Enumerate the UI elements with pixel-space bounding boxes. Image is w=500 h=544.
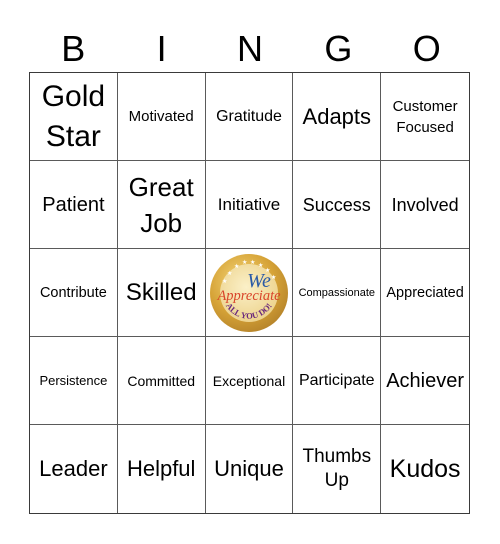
cell-label: Kudos — [389, 455, 461, 483]
bingo-cell-committed[interactable]: Committed — [117, 337, 206, 425]
bingo-card: Gold Star Motivated Gratitude Adapts Cus… — [29, 72, 470, 514]
header-letter-n: N — [236, 28, 263, 69]
seal-text-appreciate: Appreciate — [216, 288, 281, 304]
bingo-cell-compassionate[interactable]: Compassionate — [293, 249, 382, 337]
bingo-cell-customer-focused[interactable]: Customer Focused — [381, 73, 469, 161]
header-letter-o: O — [412, 28, 441, 69]
bingo-cell-initiative[interactable]: Initiative — [205, 161, 294, 249]
cell-label: Great Job — [129, 169, 194, 241]
bingo-cell-appreciated[interactable]: Appreciated — [381, 249, 469, 337]
cell-label: Gratitude — [216, 107, 282, 125]
cell-label: Achiever — [386, 369, 464, 392]
cell-label: Exceptional — [212, 372, 286, 389]
bingo-cell-participate[interactable]: Participate — [293, 337, 382, 425]
bingo-cell-exceptional[interactable]: Exceptional — [205, 337, 294, 425]
cell-label-line: Thumbs — [302, 446, 372, 467]
header-letter-g: G — [324, 28, 353, 69]
cell-label: Skilled — [125, 278, 197, 306]
bingo-cell-contribute[interactable]: Contribute — [30, 249, 118, 337]
cell-label: Unique — [214, 456, 284, 481]
bingo-cell-great-job[interactable]: Great Job — [117, 161, 206, 249]
cell-label: Gold Star — [42, 77, 105, 157]
bingo-cell-thumbs-up[interactable]: Thumbs Up — [293, 425, 382, 513]
cell-label-line: Focused — [396, 118, 454, 136]
bingo-cell-involved[interactable]: Involved — [381, 161, 469, 249]
cell-label: Committed — [127, 372, 196, 389]
svg-text:★: ★ — [234, 263, 239, 270]
bingo-cell-free-space[interactable]: ★ ★ ★ ★ ★ ★ ★ ★ We Appreciate ALL YOU DO… — [205, 249, 294, 337]
cell-label: Leader — [39, 456, 108, 481]
header-letter-i: I — [156, 28, 167, 69]
bingo-cell-kudos[interactable]: Kudos — [381, 425, 469, 513]
cell-label: Compassionate — [298, 286, 375, 299]
bingo-cell-helpful[interactable]: Helpful — [118, 425, 206, 513]
cell-label: Motivated — [128, 108, 194, 125]
bingo-cell-success[interactable]: Success — [293, 161, 382, 249]
cell-label-line: Customer — [392, 97, 458, 115]
svg-text:★: ★ — [258, 262, 263, 269]
bingo-cell-persistence[interactable]: Persistence — [30, 337, 118, 425]
cell-label: Success — [302, 194, 371, 215]
svg-text:★: ★ — [250, 259, 255, 266]
cell-label: Appreciated — [386, 284, 464, 301]
cell-label-line: Great — [128, 171, 194, 202]
svg-text:★: ★ — [222, 278, 227, 285]
cell-label-line: Up — [324, 470, 349, 491]
svg-text:★: ★ — [271, 274, 276, 281]
bingo-cell-unique[interactable]: Unique — [206, 425, 294, 513]
bingo-cell-motivated[interactable]: Motivated — [117, 73, 206, 161]
bingo-cell-skilled[interactable]: Skilled — [117, 249, 206, 337]
bingo-cell-gold-star[interactable]: Gold Star — [30, 73, 118, 161]
cell-label: Persistence — [39, 372, 108, 388]
cell-label-line: Gold — [41, 79, 106, 113]
cell-label: Initiative — [217, 194, 281, 214]
bingo-cell-patient[interactable]: Patient — [30, 161, 118, 249]
we-appreciate-seal-icon: ★ ★ ★ ★ ★ ★ ★ ★ We Appreciate ALL YOU DO… — [209, 253, 288, 332]
svg-text:★: ★ — [227, 270, 232, 277]
cell-label: Helpful — [126, 456, 196, 481]
svg-text:★: ★ — [242, 259, 247, 266]
bingo-header: B I N G O — [29, 26, 471, 72]
bingo-cell-adapts[interactable]: Adapts — [293, 73, 382, 161]
header-letter-b: B — [61, 28, 86, 69]
cell-label: Thumbs Up — [302, 445, 371, 493]
bingo-cell-gratitude[interactable]: Gratitude — [205, 73, 294, 161]
cell-label: Patient — [42, 193, 105, 216]
cell-label: Involved — [391, 194, 459, 215]
bingo-cell-achiever[interactable]: Achiever — [381, 337, 469, 425]
bingo-cell-leader[interactable]: Leader — [30, 425, 118, 513]
cell-label-line: Star — [45, 119, 101, 153]
cell-label: Participate — [298, 371, 375, 389]
cell-label-line: Job — [140, 207, 183, 238]
cell-label: Adapts — [302, 103, 372, 129]
cell-label: Contribute — [39, 284, 107, 301]
cell-label: Customer Focused — [393, 96, 458, 138]
